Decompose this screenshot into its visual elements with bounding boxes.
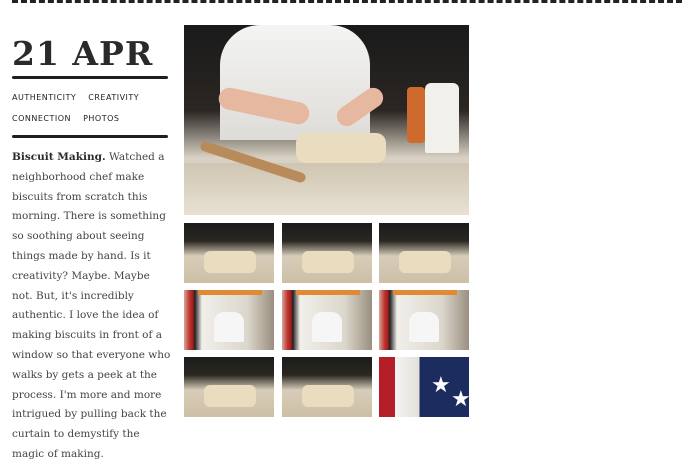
flour-board bbox=[184, 163, 469, 215]
hero-photo[interactable] bbox=[184, 25, 469, 215]
tag-link-connection[interactable]: CONNECTION bbox=[12, 108, 71, 129]
gallery-thumb-9[interactable]: ★ ★ bbox=[379, 357, 469, 417]
gallery-thumb-3[interactable] bbox=[379, 223, 469, 283]
post-body: Biscuit Making. Watched a neighborhood c… bbox=[12, 148, 172, 465]
post-body-title: Biscuit Making. bbox=[12, 151, 106, 163]
date-divider bbox=[12, 76, 168, 79]
tag-link-photos[interactable]: PHOTOS bbox=[83, 108, 119, 129]
top-dashed-border bbox=[12, 0, 682, 9]
post-body-text: Watched a neighborhood chef make biscuit… bbox=[12, 151, 171, 460]
tags-divider bbox=[12, 135, 168, 138]
tag-link-authenticity[interactable]: AUTHENTICITY bbox=[12, 87, 76, 108]
dough-shape bbox=[296, 133, 386, 163]
gallery-thumb-2[interactable] bbox=[282, 223, 372, 283]
jar-shape bbox=[407, 87, 425, 143]
tag-list: AUTHENTICITY CREATIVITY CONNECTION PHOTO… bbox=[12, 87, 162, 129]
gallery-thumb-4[interactable] bbox=[184, 290, 274, 350]
star-icon: ★ bbox=[451, 387, 469, 412]
post-sidebar: 21 APR AUTHENTICITY CREATIVITY CONNECTIO… bbox=[12, 36, 172, 465]
gallery-thumb-7[interactable] bbox=[184, 357, 274, 417]
gallery-thumb-5[interactable] bbox=[282, 290, 372, 350]
gallery-thumb-1[interactable] bbox=[184, 223, 274, 283]
bottle-shape bbox=[425, 83, 459, 153]
tag-link-creativity[interactable]: CREATIVITY bbox=[88, 87, 139, 108]
star-icon: ★ bbox=[431, 373, 451, 398]
gallery-thumb-6[interactable] bbox=[379, 290, 469, 350]
post-date: 21 APR bbox=[12, 34, 154, 73]
gallery-thumb-8[interactable] bbox=[282, 357, 372, 417]
